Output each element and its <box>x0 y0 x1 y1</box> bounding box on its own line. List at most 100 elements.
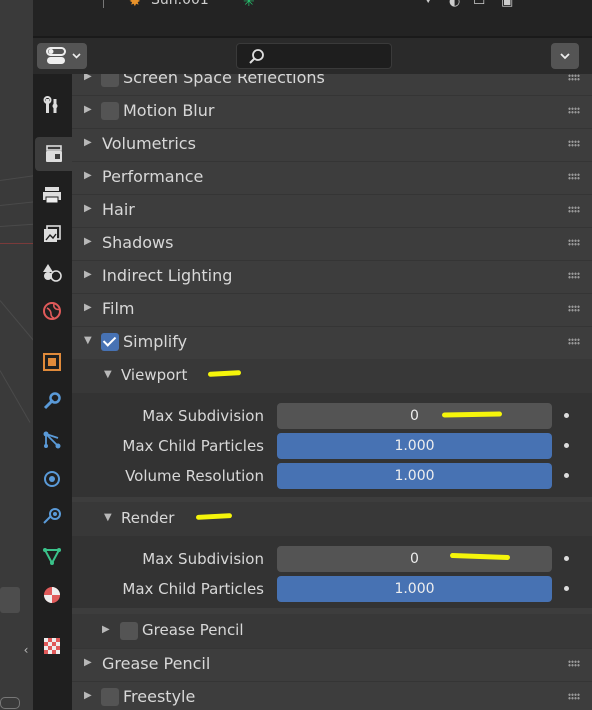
keyframe-dot-icon[interactable] <box>564 556 569 561</box>
monitor-icon[interactable]: ▭ <box>473 0 485 9</box>
simplify-grease-pencil-checkbox[interactable] <box>120 622 138 640</box>
tab-tool[interactable] <box>35 89 69 123</box>
drag-grip-icon[interactable] <box>568 239 580 246</box>
subpanel-render[interactable]: ▼ Render <box>72 502 592 536</box>
chevron-right-icon[interactable]: ▶ <box>84 203 92 214</box>
drag-grip-icon[interactable] <box>568 660 580 667</box>
viewport-max-child-particles-slider[interactable]: 1.000 <box>277 433 552 459</box>
chevron-right-icon[interactable]: ▶ <box>84 690 92 701</box>
viewport-settings: Max Subdivision 0 Max Child Particles 1.… <box>72 393 592 497</box>
camera-icon[interactable]: ▣ <box>501 0 513 9</box>
chevron-right-icon[interactable]: ▶ <box>84 269 92 280</box>
panel-hair[interactable]: ▶ Hair <box>72 194 592 227</box>
chevron-right-icon[interactable]: ▶ <box>84 74 92 82</box>
annotation-highlight-mark <box>441 411 503 418</box>
wrench-icon <box>43 392 61 410</box>
panel-volumetrics[interactable]: ▶ Volumetrics <box>72 128 592 161</box>
tab-scene[interactable] <box>35 255 69 289</box>
subpanel-label: Grease Pencil <box>142 621 244 639</box>
physics-icon <box>44 471 60 487</box>
chevron-right-icon[interactable]: ▶ <box>84 236 92 247</box>
subpanel-viewport[interactable]: ▼ Viewport <box>72 359 592 393</box>
viewport-volume-resolution-slider[interactable]: 1.000 <box>277 463 552 489</box>
drag-grip-icon[interactable] <box>568 338 580 345</box>
panel-simplify[interactable]: ▼ Simplify <box>72 326 592 359</box>
panel-label: Indirect Lighting <box>102 266 233 285</box>
tab-object[interactable] <box>35 345 69 379</box>
search-input[interactable] <box>236 43 392 69</box>
light-object-icon: ✸ <box>129 0 141 10</box>
tab-view-layer[interactable] <box>35 217 69 251</box>
ssr-checkbox[interactable] <box>101 74 119 87</box>
panel-indirect-lighting[interactable]: ▶ Indirect Lighting <box>72 260 592 293</box>
chevron-down-icon[interactable]: ▼ <box>84 335 92 346</box>
drag-grip-icon[interactable] <box>568 693 580 700</box>
tab-particles[interactable] <box>35 423 69 457</box>
keyframe-dot-icon[interactable] <box>564 586 569 591</box>
drag-grip-icon[interactable] <box>568 272 580 279</box>
panel-label: Freestyle <box>123 687 196 706</box>
drag-grip-icon[interactable] <box>568 173 580 180</box>
viewport-widget[interactable] <box>0 587 20 613</box>
simplify-checkbox[interactable] <box>101 333 119 351</box>
panel-motion-blur[interactable]: ▶ Motion Blur <box>72 95 592 128</box>
field-row: Max Child Particles 1.000 <box>72 574 592 604</box>
object-icon <box>43 353 61 371</box>
toggle-icon[interactable] <box>0 697 20 709</box>
tab-physics[interactable] <box>35 462 69 496</box>
options-dropdown-button[interactable] <box>551 43 579 69</box>
drag-grip-icon[interactable] <box>568 74 580 81</box>
tab-world[interactable] <box>35 294 69 328</box>
keyframe-dot-icon[interactable] <box>564 473 569 478</box>
viewport-max-subdivision-field[interactable]: 0 <box>277 403 552 429</box>
chevron-down-icon[interactable]: ▼ <box>104 369 112 380</box>
panel-freestyle[interactable]: ▶ Freestyle <box>72 681 592 710</box>
panel-label: Screen Space Reflections <box>123 74 325 87</box>
field-label: Max Subdivision <box>142 550 264 568</box>
field-row: Max Subdivision 0 <box>72 401 592 431</box>
chevron-right-icon[interactable]: ▶ <box>84 170 92 181</box>
panel-screen-space-reflections[interactable]: ▶ Screen Space Reflections <box>72 74 592 95</box>
3d-viewport[interactable]: ‹ <box>0 0 33 710</box>
chevron-right-icon[interactable]: ▶ <box>84 657 92 668</box>
render-max-child-particles-slider[interactable]: 1.000 <box>277 576 552 602</box>
tab-constraints[interactable] <box>35 500 69 534</box>
chevron-right-icon[interactable]: ▶ <box>102 624 110 635</box>
chevron-right-icon[interactable]: ▶ <box>84 104 92 115</box>
tab-texture[interactable] <box>35 629 69 663</box>
output-icon <box>43 187 61 204</box>
field-label: Max Subdivision <box>142 407 264 425</box>
keyframe-dot-icon[interactable] <box>564 413 569 418</box>
freestyle-checkbox[interactable] <box>101 688 119 706</box>
panel-grease-pencil[interactable]: ▶ Grease Pencil <box>72 648 592 681</box>
tab-modifiers[interactable] <box>35 384 69 418</box>
motion-blur-checkbox[interactable] <box>101 102 119 120</box>
editor-type-button[interactable] <box>37 43 87 69</box>
chevron-right-icon[interactable]: ▶ <box>84 302 92 313</box>
chevron-right-icon[interactable]: ▶ <box>84 137 92 148</box>
drag-grip-icon[interactable] <box>568 305 580 312</box>
panel-shadows[interactable]: ▶ Shadows <box>72 227 592 260</box>
view-layer-icon <box>44 225 61 242</box>
render-properties-panel: ▶ Screen Space Reflections ▶ Motion Blur… <box>72 74 592 710</box>
drag-grip-icon[interactable] <box>568 107 580 114</box>
drag-grip-icon[interactable] <box>568 140 580 147</box>
drag-grip-icon[interactable] <box>568 206 580 213</box>
field-row: Max Subdivision 0 <box>72 544 592 574</box>
chevron-left-icon[interactable]: ‹ <box>20 640 32 660</box>
search-icon <box>249 49 264 64</box>
tab-render[interactable] <box>35 137 72 171</box>
hide-viewport-icon[interactable]: ◐ <box>449 0 460 9</box>
tab-material[interactable] <box>35 578 69 612</box>
texture-icon <box>44 638 60 654</box>
restrict-select-icon[interactable]: ⯆ <box>423 0 433 9</box>
tab-output[interactable] <box>35 178 69 212</box>
render-max-subdivision-field[interactable]: 0 <box>277 546 552 572</box>
chevron-down-icon[interactable]: ▼ <box>104 512 112 523</box>
outliner-object-name[interactable]: Sun.001 <box>151 0 209 8</box>
subpanel-grease-pencil[interactable]: ▶ Grease Pencil <box>72 614 592 648</box>
panel-film[interactable]: ▶ Film <box>72 293 592 326</box>
keyframe-dot-icon[interactable] <box>564 443 569 448</box>
panel-performance[interactable]: ▶ Performance <box>72 161 592 194</box>
tab-data[interactable] <box>35 539 69 573</box>
